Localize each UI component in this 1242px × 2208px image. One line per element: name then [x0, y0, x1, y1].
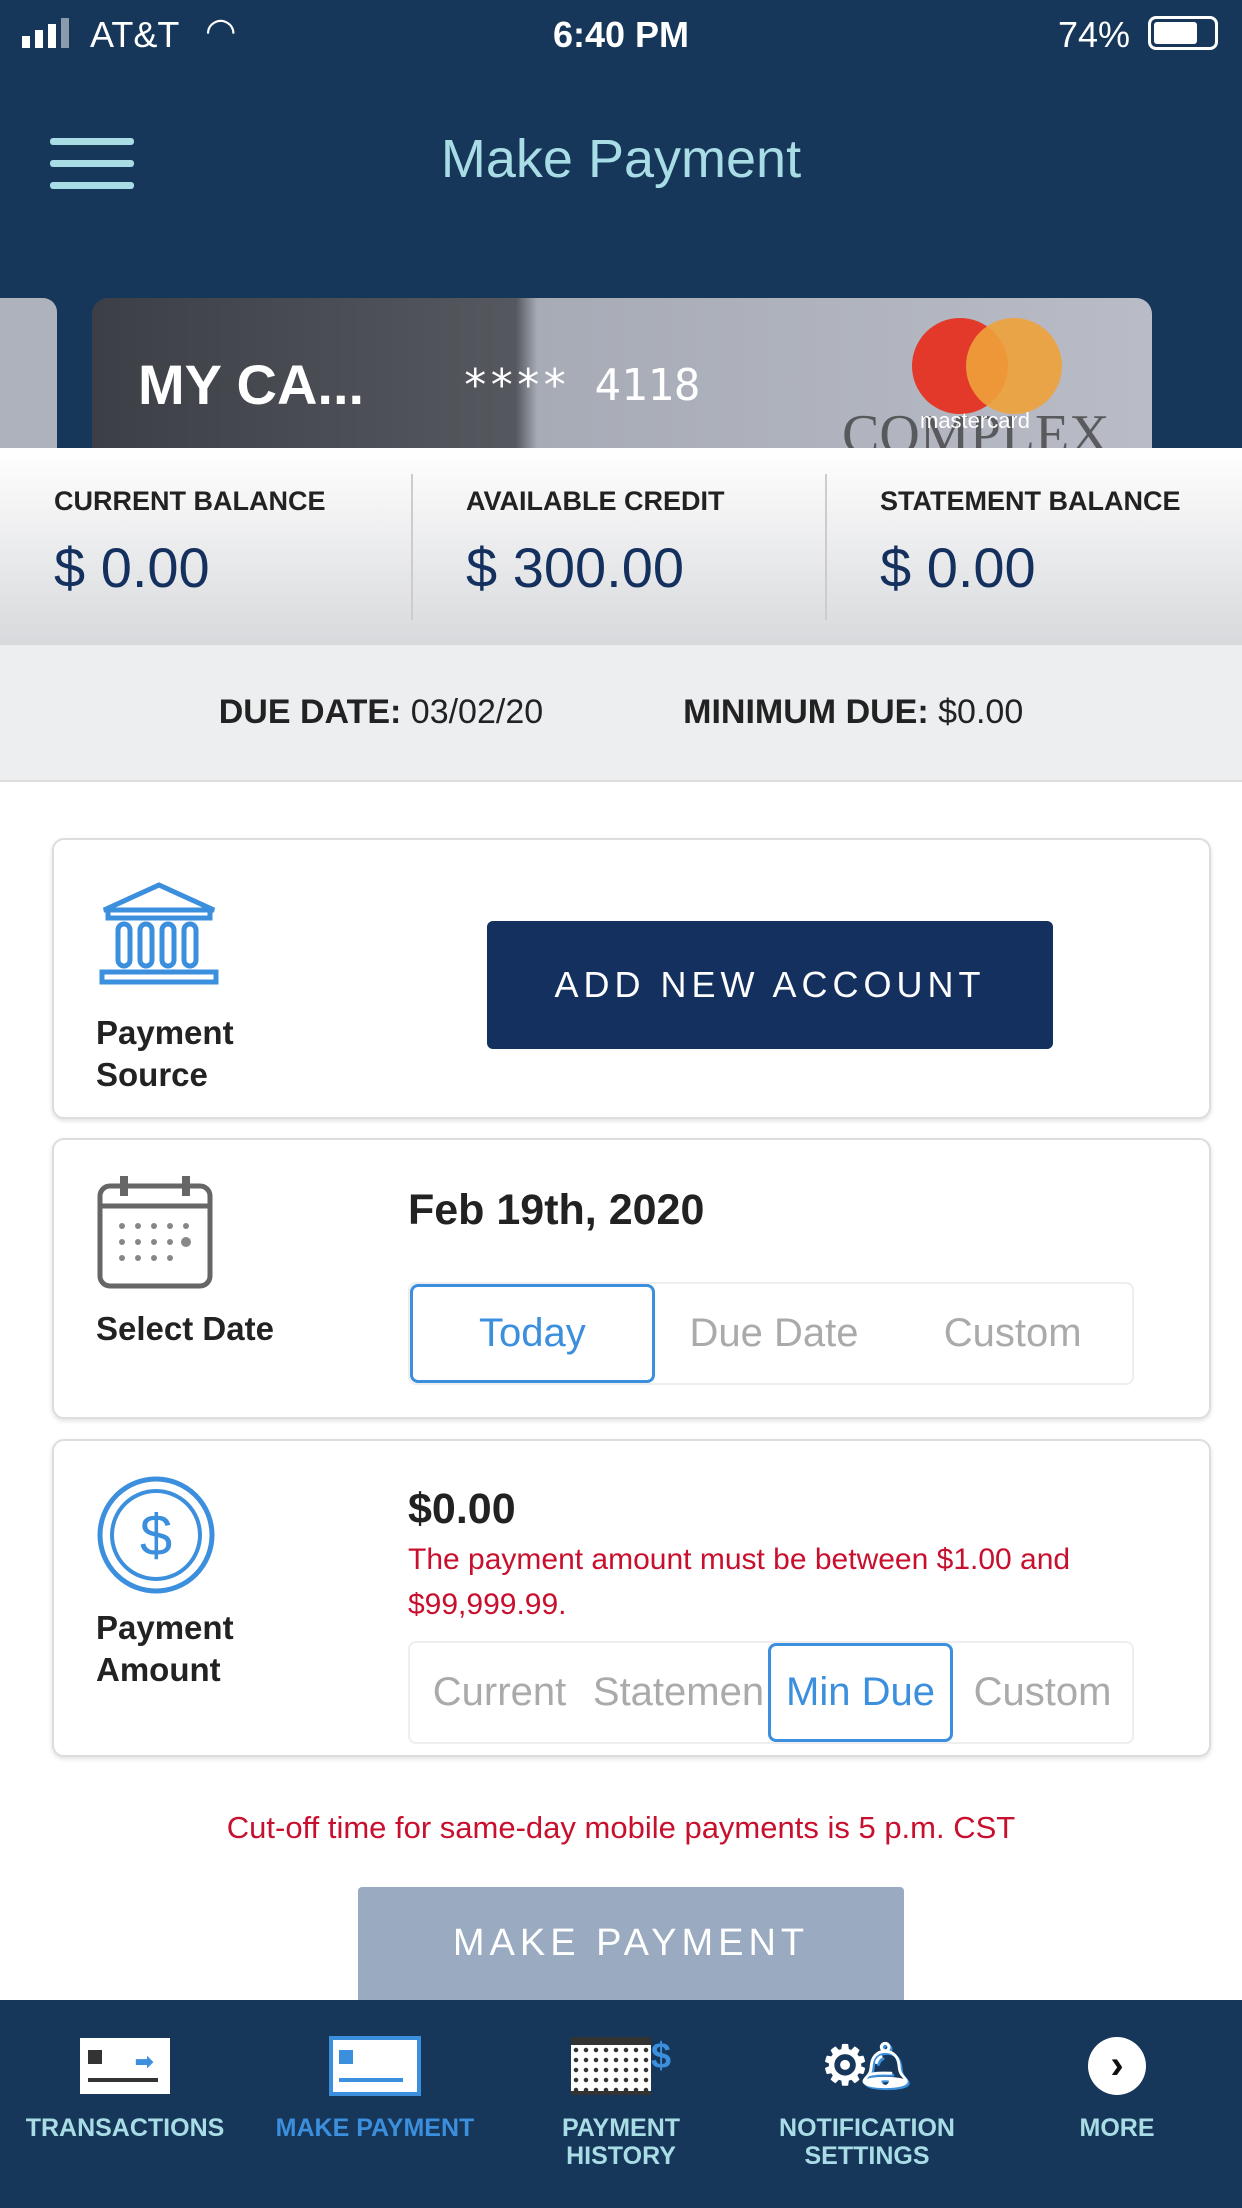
due-date-label: DUE DATE: — [218, 693, 402, 731]
min-due-value: $0.00 — [938, 693, 1024, 731]
amount-option-current[interactable]: Current — [410, 1643, 589, 1742]
nav-transactions[interactable]: ➡ TRANSACTIONS — [0, 2000, 250, 2208]
card-number: **** 4118 — [462, 360, 701, 411]
previous-card[interactable] — [0, 298, 57, 448]
nav-more[interactable]: › MORE — [992, 2000, 1242, 2208]
clock: 6:40 PM — [552, 14, 690, 55]
make-payment-button[interactable]: MAKE PAYMENT — [358, 1887, 904, 2000]
selected-date: Feb 19th, 2020 — [408, 1186, 705, 1234]
mastercard-logo: mastercard — [912, 318, 1062, 433]
make-payment-icon — [250, 2036, 500, 2096]
date-option-custom[interactable]: Custom — [893, 1284, 1132, 1383]
battery-percent: 74% — [1058, 14, 1131, 55]
nav-notification-settings[interactable]: ⚙ 🔔︎ NOTIFICATION SETTINGS — [742, 2000, 992, 2208]
add-new-account-button[interactable]: ADD NEW ACCOUNT — [487, 921, 1053, 1049]
bottom-nav: ➡ TRANSACTIONS MAKE PAYMENT $ PAYMENT HI… — [0, 2000, 1242, 2208]
amount-option-statement[interactable]: Statemen — [589, 1643, 768, 1742]
amount-option-min-due[interactable]: Min Due — [768, 1643, 953, 1742]
svg-text:$: $ — [140, 1503, 172, 1568]
transactions-icon: ➡ — [0, 2036, 250, 2096]
balances-panel: CURRENT BALANCE $ 0.00 AVAILABLE CREDIT $ … — [0, 448, 1242, 645]
current-balance: CURRENT BALANCE $ 0.00 — [54, 486, 326, 599]
min-due-label: MINIMUM DUE: — [683, 693, 929, 731]
page-title: Make Payment — [440, 129, 802, 189]
payment-source-label: Payment Source — [96, 1014, 234, 1093]
gear-bell-icon: ⚙ 🔔︎ — [820, 2036, 914, 2096]
status-bar: AT&T ◠ 6:40 PM 74% — [0, 0, 1242, 70]
calendar-icon — [97, 1176, 213, 1289]
date-option-due-date[interactable]: Due Date — [655, 1284, 894, 1383]
date-segmented-control: Today Due Date Custom — [408, 1282, 1134, 1385]
statement-balance: STATEMENT BALANCE $ 0.00 — [880, 486, 1181, 599]
chevron-right-icon: › — [992, 2036, 1242, 2096]
dollar-icon: $ — [97, 1476, 215, 1594]
date-option-today[interactable]: Today — [410, 1284, 655, 1383]
cutoff-notice: Cut-off time for same-day mobile payment… — [226, 1810, 1016, 1845]
available-credit: AVAILABLE CREDIT $ 300.00 — [466, 486, 725, 599]
amount-segmented-control: Current Statemen Min Due Custom — [408, 1641, 1134, 1744]
nav-make-payment[interactable]: MAKE PAYMENT — [250, 2000, 500, 2208]
amount-value: $0.00 — [408, 1485, 516, 1533]
due-info: DUE DATE: 03/02/20 MINIMUM DUE: $0.00 — [0, 645, 1242, 782]
bank-icon — [99, 882, 219, 985]
payment-amount-label: Payment Amount — [96, 1609, 234, 1688]
payment-source-card: Payment Source ADD NEW ACCOUNT — [52, 838, 1211, 1119]
payment-history-icon: $ — [500, 2036, 742, 2096]
card-name: MY CA... — [138, 353, 365, 416]
nav-payment-history[interactable]: $ PAYMENT HISTORY — [500, 2000, 742, 2208]
battery-icon — [1148, 16, 1218, 50]
select-date-label: Select Date — [96, 1310, 274, 1347]
due-date-value: 03/02/20 — [410, 693, 544, 731]
amount-option-custom[interactable]: Custom — [953, 1643, 1132, 1742]
payment-amount-card: $ Payment Amount $0.00 The payment amoun… — [52, 1439, 1211, 1757]
select-date-card: Select Date Feb 19th, 2020 Today Due Dat… — [52, 1138, 1211, 1419]
credit-card[interactable]: MY CA... **** 4118 COMPLEX mastercard — [92, 298, 1152, 448]
amount-error: The payment amount must be between $1.00… — [408, 1543, 1071, 1621]
